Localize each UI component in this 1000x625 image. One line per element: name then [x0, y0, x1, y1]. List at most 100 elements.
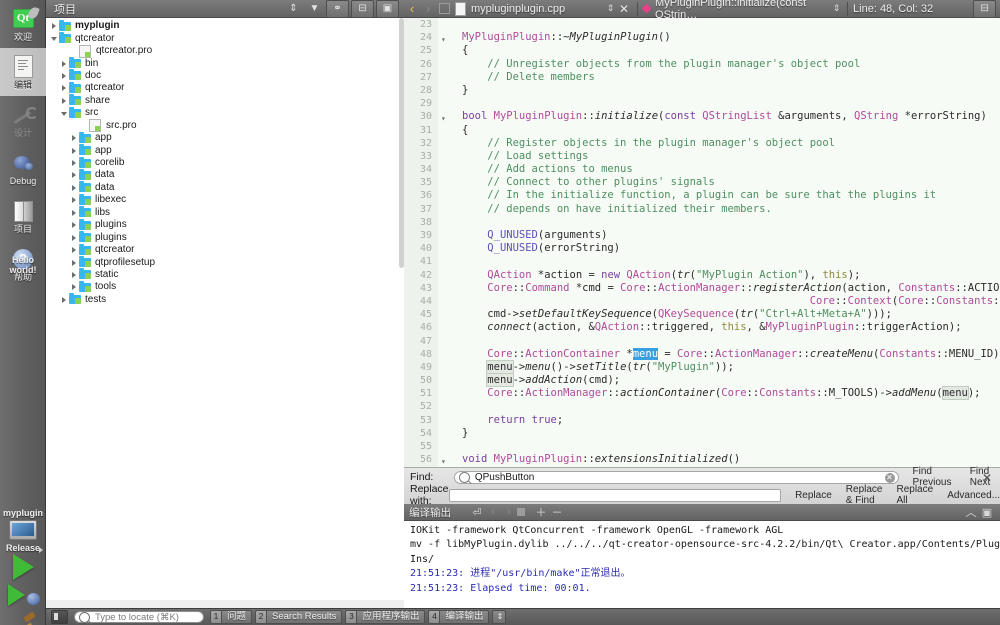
- mode-projects[interactable]: 项目: [0, 192, 46, 240]
- code-line[interactable]: 56 ▾ void MyPluginPlugin::extensionsInitia…: [404, 453, 1000, 466]
- tree-item[interactable]: tests: [46, 293, 404, 306]
- tree-disclosure-closed-icon[interactable]: [50, 22, 59, 31]
- mode-design[interactable]: 设计: [0, 96, 46, 144]
- code-line[interactable]: 55: [404, 440, 1000, 453]
- code-line[interactable]: 37 // depends on have initialized their …: [404, 203, 1000, 216]
- tree-item[interactable]: qtcreator: [46, 81, 404, 94]
- output-tab[interactable]: 1 问题: [210, 610, 253, 624]
- code-line[interactable]: 52: [404, 400, 1000, 413]
- replace-input[interactable]: [448, 488, 782, 502]
- tree-disclosure-closed-icon[interactable]: [70, 246, 79, 255]
- tree-disclosure-closed-icon[interactable]: [70, 221, 79, 230]
- replace-all-button[interactable]: Replace All: [896, 484, 933, 506]
- code-line[interactable]: 49 menu->menu()->setTitle(tr("MyPlugin")…: [404, 359, 1000, 374]
- mode-debug[interactable]: Debug: [0, 144, 46, 192]
- code-line[interactable]: 23: [404, 18, 1000, 31]
- toggle-sidebar-icon[interactable]: [51, 610, 68, 624]
- prev-item-icon[interactable]: ‹: [485, 506, 501, 518]
- code-line[interactable]: 30 ▾ bool MyPluginPlugin::initialize(const…: [404, 110, 1000, 123]
- tree-item[interactable]: libs: [46, 206, 404, 219]
- tree-item[interactable]: data: [46, 168, 404, 181]
- tree-item[interactable]: qtcreator.pro: [46, 44, 404, 58]
- code-line[interactable]: 43 Core::Command *cmd = Core::ActionMana…: [404, 282, 1000, 295]
- locator-input[interactable]: Type to locate (⌘K): [74, 611, 204, 623]
- tree-item[interactable]: tools: [46, 280, 404, 293]
- tree-item[interactable]: app: [46, 144, 404, 156]
- tree-disclosure-open-icon[interactable]: [60, 109, 69, 118]
- tree-disclosure-closed-icon[interactable]: [70, 258, 79, 267]
- output-tab[interactable]: 2 Search Results: [255, 610, 343, 624]
- split-icon[interactable]: ⊟: [351, 0, 374, 18]
- wrap-lines-icon[interactable]: ⏎: [469, 506, 485, 519]
- code-line[interactable]: 41: [404, 255, 1000, 268]
- tree-disclosure-closed-icon[interactable]: [70, 208, 79, 217]
- editor-tab-name[interactable]: mypluginplugin.cpp: [471, 3, 565, 15]
- close-output-icon[interactable]: ▣: [979, 506, 995, 519]
- tree-disclosure-closed-icon[interactable]: [70, 171, 79, 180]
- code-line[interactable]: 36 // In the initialize function, a plug…: [404, 189, 1000, 202]
- build-button[interactable]: [0, 611, 46, 625]
- code-line[interactable]: 48 Core::ActionContainer *menu = Core::A…: [404, 347, 1000, 361]
- split-editor-icon[interactable]: [436, 3, 452, 14]
- stop-icon[interactable]: [517, 508, 533, 516]
- tree-item[interactable]: plugins: [46, 218, 404, 231]
- source-code[interactable]: 23 24 ▾ MyPluginPlugin::~MyPluginPlugin() 2…: [404, 18, 1000, 467]
- close-document-icon[interactable]: ✕: [616, 2, 632, 16]
- tree-item[interactable]: static: [46, 268, 404, 281]
- code-line[interactable]: 50 menu->addAction(cmd);: [404, 373, 1000, 388]
- find-input[interactable]: QPushButton ✕: [453, 470, 899, 484]
- tree-disclosure-closed-icon[interactable]: [70, 146, 79, 155]
- code-line[interactable]: 39 Q_UNUSED(arguments): [404, 229, 1000, 242]
- close-find-bar-icon[interactable]: ✕: [982, 471, 992, 485]
- link-icon[interactable]: ⚭: [326, 0, 349, 18]
- code-line[interactable]: 54}: [404, 427, 1000, 440]
- advanced-button[interactable]: Advanced...: [947, 490, 1000, 501]
- code-line[interactable]: 34 // Add actions to menus: [404, 163, 1000, 176]
- zoom-in-icon[interactable]: ＋: [533, 504, 549, 520]
- go-back-icon[interactable]: ‹: [404, 1, 420, 16]
- replace-button[interactable]: Replace: [795, 490, 832, 501]
- tree-disclosure-closed-icon[interactable]: [70, 283, 79, 292]
- code-line[interactable]: 45 cmd->setDefaultKeySequence(QKeySequen…: [404, 308, 1000, 321]
- tree-disclosure-closed-icon[interactable]: [70, 159, 79, 168]
- fold-marker[interactable]: ▾: [441, 455, 450, 467]
- tree-item[interactable]: app: [46, 131, 404, 144]
- tree-item[interactable]: corelib: [46, 156, 404, 169]
- tree-disclosure-closed-icon[interactable]: [70, 233, 79, 242]
- code-line[interactable]: 29: [404, 97, 1000, 110]
- code-line[interactable]: 25{: [404, 44, 1000, 57]
- code-line[interactable]: 26 // Unregister objects from the plugin…: [404, 58, 1000, 71]
- tree-item[interactable]: qtcreator: [46, 243, 404, 256]
- clear-find-icon[interactable]: ✕: [884, 473, 895, 483]
- mode-welcome[interactable]: 欢迎: [0, 0, 46, 48]
- code-line[interactable]: 47: [404, 335, 1000, 348]
- code-line[interactable]: 28}: [404, 84, 1000, 97]
- compile-output-text[interactable]: IOKit -framework QtConcurrent -framework…: [404, 521, 1000, 608]
- tree-item[interactable]: plugins: [46, 231, 404, 243]
- code-line[interactable]: 46 connect(action, &QAction::triggered, …: [404, 321, 1000, 334]
- document-list-icon[interactable]: ⇕: [604, 3, 616, 14]
- close-icon[interactable]: ▣: [376, 0, 399, 18]
- editor-split-icon[interactable]: ⊟: [973, 0, 997, 18]
- run-button[interactable]: [0, 554, 46, 580]
- tree-item[interactable]: bin: [46, 57, 404, 69]
- symbol-chevron-icon[interactable]: ⇕: [830, 3, 842, 14]
- tree-item[interactable]: libexec: [46, 193, 404, 206]
- tree-disclosure-closed-icon[interactable]: [70, 196, 79, 205]
- tree-disclosure-open-icon[interactable]: [50, 34, 59, 43]
- code-line[interactable]: 38: [404, 216, 1000, 229]
- maximize-output-icon[interactable]: ︿: [963, 504, 979, 520]
- filter-icon[interactable]: ▼: [304, 1, 325, 17]
- tree-disclosure-closed-icon[interactable]: [60, 96, 69, 105]
- replace-and-find-button[interactable]: Replace & Find: [846, 484, 883, 506]
- code-line[interactable]: 53 return true;: [404, 414, 1000, 427]
- tree-item[interactable]: src: [46, 106, 404, 119]
- code-line[interactable]: 31{: [404, 124, 1000, 137]
- code-line[interactable]: 40 Q_UNUSED(errorString): [404, 242, 1000, 255]
- tree-disclosure-closed-icon[interactable]: [70, 134, 79, 143]
- tree-item[interactable]: qtprofilesetup: [46, 256, 404, 268]
- next-item-icon[interactable]: ›: [501, 506, 517, 518]
- tree-disclosure-closed-icon[interactable]: [70, 183, 79, 192]
- debug-button[interactable]: [0, 583, 46, 607]
- tree-item[interactable]: src.pro: [46, 119, 404, 133]
